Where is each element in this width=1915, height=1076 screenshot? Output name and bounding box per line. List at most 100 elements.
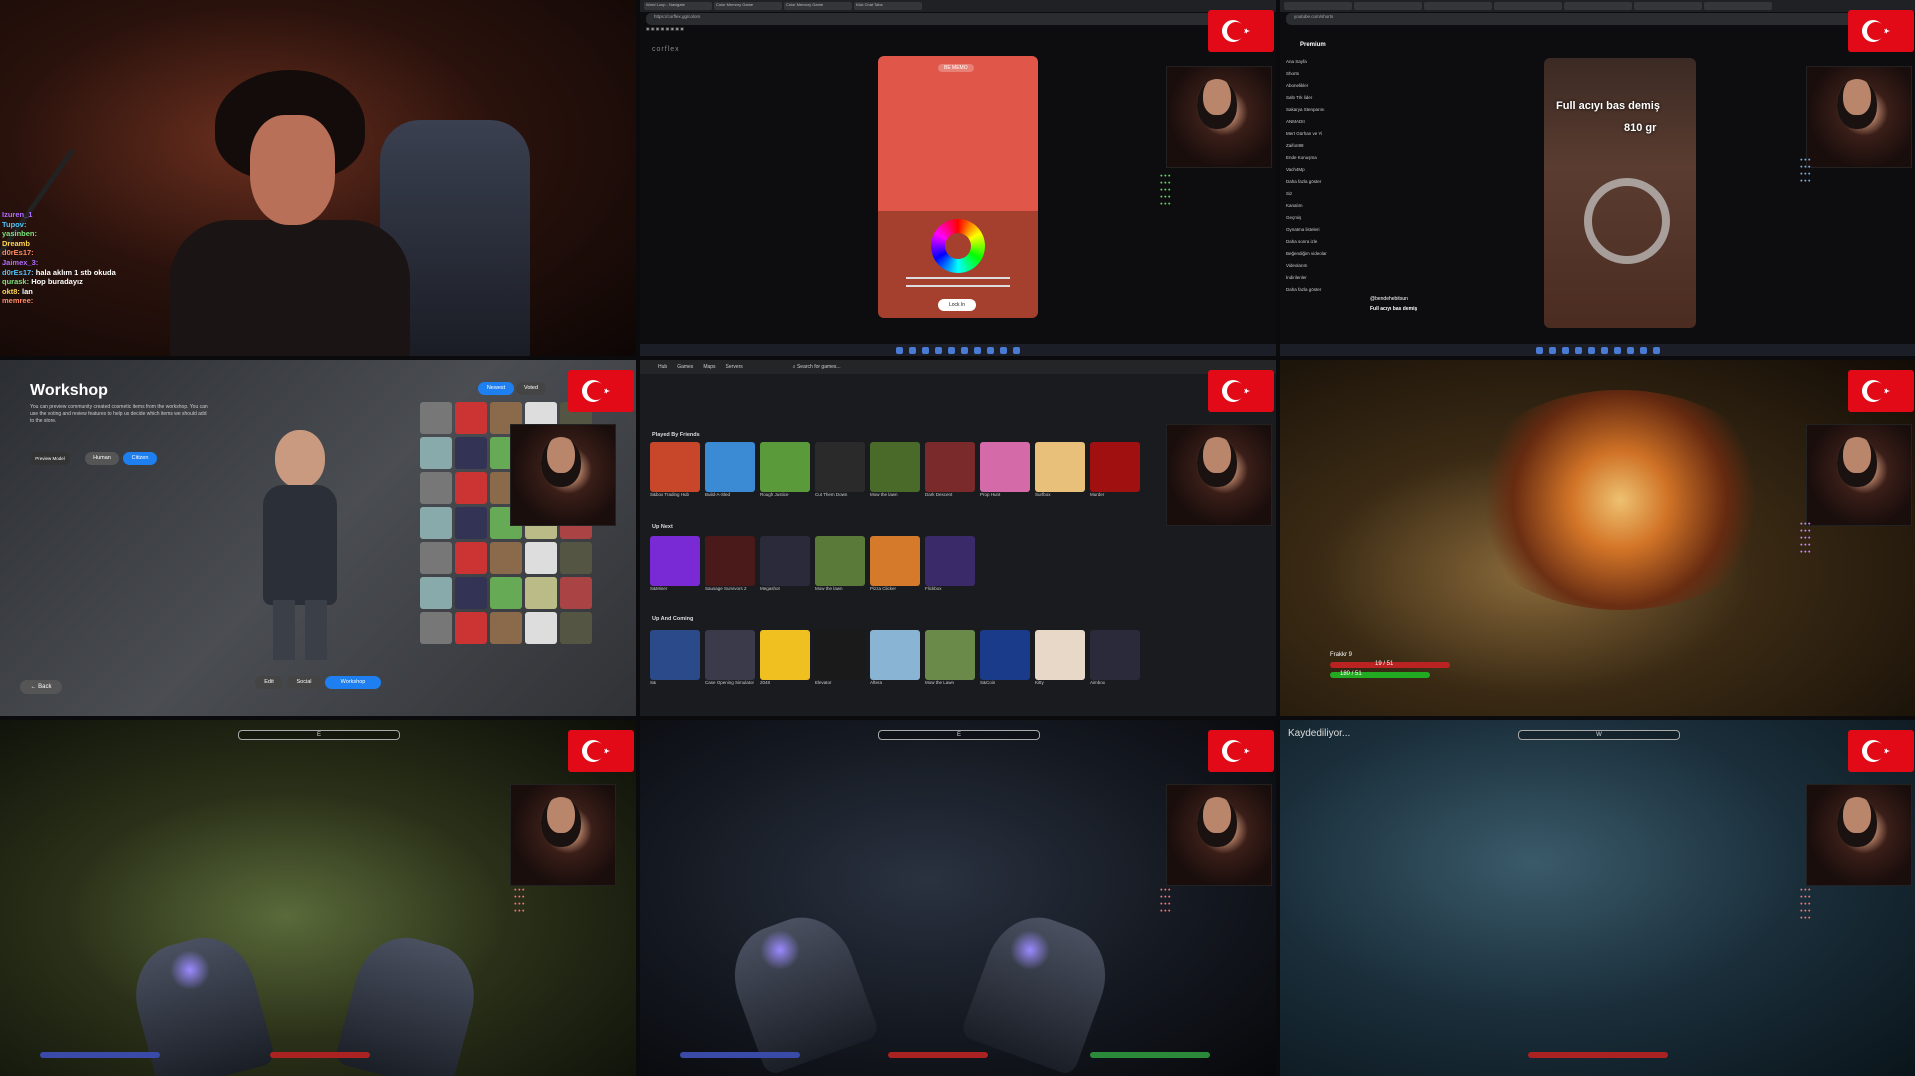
hub-nav-item[interactable]: Hub [658, 364, 667, 370]
chat-username[interactable]: memree: [2, 296, 33, 305]
sidebar-item[interactable]: Shorts [1286, 68, 1356, 80]
sidebar-item[interactable]: ANMADII [1286, 116, 1356, 128]
game-thumbnail[interactable] [815, 536, 865, 586]
hub-nav-item[interactable]: Games [677, 364, 693, 370]
address-bar[interactable]: youtube.com/shorts [1286, 13, 1910, 25]
cosmetic-item[interactable] [560, 542, 592, 574]
chat-username[interactable]: d0rEs17: [2, 248, 34, 257]
chat-username[interactable]: Dreamb [2, 239, 30, 248]
game-title[interactable]: Aftera [870, 680, 920, 685]
edit-button[interactable]: Edit [255, 676, 283, 689]
game-tile[interactable]: Cut Them Down [815, 442, 865, 497]
cosmetic-item[interactable] [490, 612, 522, 644]
game-thumbnail[interactable] [1035, 442, 1085, 492]
game-thumbnail[interactable] [925, 536, 975, 586]
game-tile[interactable]: Mow the lawn [870, 442, 920, 497]
cosmetic-item[interactable] [420, 577, 452, 609]
citizen-toggle[interactable]: Citizen [123, 452, 157, 465]
sidebar-item[interactable]: Daha fazla göster [1286, 176, 1356, 188]
bookmarks-bar[interactable]: ▣ ▣ ▣ ▣ ▣ ▣ ▣ ▣ [640, 26, 1276, 34]
sidebar-item[interactable]: Daha sonra izle [1286, 236, 1356, 248]
sidebar-item[interactable]: Ende Konuşma [1286, 152, 1356, 164]
browser-tabs[interactable]: Word Loop - Navigate Color Memory Game Col… [640, 0, 1276, 12]
game-title[interactable]: Build-A-Sled [705, 492, 755, 497]
game-thumbnail[interactable] [1090, 442, 1140, 492]
chat-username[interactable]: Izuren_1 [2, 210, 32, 219]
chat-username[interactable]: Tupov: [2, 220, 26, 229]
game-thumbnail[interactable] [925, 442, 975, 492]
taskbar[interactable] [1280, 344, 1915, 356]
game-thumbnail[interactable] [760, 630, 810, 680]
sidebar-item[interactable]: Zaifon98 [1286, 140, 1356, 152]
game-title[interactable]: Pizza Clicker [870, 586, 920, 591]
sidebar-item[interactable]: Beğendiğim videolar [1286, 248, 1356, 260]
game-tile[interactable]: Aftera [870, 630, 920, 685]
game-tile[interactable]: Megashot [760, 536, 810, 591]
game-thumbnail[interactable] [980, 630, 1030, 680]
citizen-model[interactable] [255, 430, 345, 660]
channel-name[interactable]: @bendehebitsun [1370, 296, 1408, 302]
youtube-sidebar[interactable]: Ana Sayfa Shorts Abonelikler Saltı Trk lide… [1286, 56, 1356, 296]
cosmetic-item[interactable] [455, 402, 487, 434]
lightness-slider[interactable] [906, 285, 1010, 287]
browser-tab[interactable]: Color Memory Game [784, 2, 852, 10]
sidebar-item[interactable]: Kanalım [1286, 200, 1356, 212]
game-title[interactable]: Elevator [815, 680, 865, 685]
cosmetic-item[interactable] [420, 612, 452, 644]
game-title[interactable]: Case Opening Simulator [705, 680, 755, 685]
cosmetic-item[interactable] [525, 577, 557, 609]
game-thumbnail[interactable] [1035, 630, 1085, 680]
hub-nav-item[interactable]: Maps [703, 364, 715, 370]
cosmetic-item[interactable] [420, 472, 452, 504]
cosmetic-item[interactable] [455, 507, 487, 539]
game-title[interactable]: Megashot [760, 586, 810, 591]
game-tile[interactable]: Murder [1090, 442, 1140, 497]
game-thumbnail[interactable] [925, 630, 975, 680]
game-title[interactable]: Rough Justice [760, 492, 810, 497]
game-title[interactable]: S&Miner [650, 586, 700, 591]
game-thumbnail[interactable] [815, 630, 865, 680]
game-tile[interactable]: Prop Hunt [980, 442, 1030, 497]
cosmetic-item[interactable] [560, 612, 592, 644]
game-thumbnail[interactable] [870, 536, 920, 586]
game-title[interactable]: Dark Descent [925, 492, 975, 497]
browser-tab[interactable]: Word Loop - Navigate [644, 2, 712, 10]
game-thumbnail[interactable] [650, 442, 700, 492]
cosmetic-item[interactable] [525, 542, 557, 574]
game-tile[interactable]: Build-A-Sled [705, 442, 755, 497]
chat-username[interactable]: okt8: [2, 287, 22, 296]
voted-tab[interactable]: Voted [516, 382, 546, 395]
up-and-coming-row[interactable]: S& Case Opening Simulator 2048 Elevator Afte… [650, 630, 1140, 685]
sidebar-item[interactable]: Siz [1286, 188, 1356, 200]
sidebar-item[interactable]: Geçmiş [1286, 212, 1356, 224]
game-thumbnail[interactable] [870, 630, 920, 680]
game-tile[interactable]: Mow the lawn [815, 536, 865, 591]
workshop-button[interactable]: Workshop [325, 676, 381, 689]
sidebar-item[interactable]: Vach4Mp [1286, 164, 1356, 176]
human-toggle[interactable]: Human [85, 452, 119, 465]
game-tile[interactable]: S&Miner [650, 536, 700, 591]
game-tile[interactable]: Flickbox [925, 536, 975, 591]
game-title[interactable]: Mow the Lawn [925, 680, 975, 685]
cosmetic-item[interactable] [560, 577, 592, 609]
cosmetic-item[interactable] [490, 577, 522, 609]
sidebar-item[interactable]: Daha fazla göster [1286, 284, 1356, 296]
short-video[interactable]: Full acıyı bas demiş 810 gr [1544, 58, 1696, 328]
back-button[interactable]: ← Back [20, 680, 62, 694]
game-tile[interactable]: S& [650, 630, 700, 685]
game-tile[interactable]: Sausage Survivors 2 [705, 536, 755, 591]
game-tile[interactable]: Elevator [815, 630, 865, 685]
game-tile[interactable]: S&Coin [980, 630, 1030, 685]
game-tile[interactable]: Case Opening Simulator [705, 630, 755, 685]
game-thumbnail[interactable] [1090, 630, 1140, 680]
game-thumbnail[interactable] [650, 630, 700, 680]
cosmetic-item[interactable] [455, 612, 487, 644]
sidebar-item[interactable]: Sakarya Stenparını [1286, 104, 1356, 116]
game-title[interactable]: Mow the lawn [815, 586, 865, 591]
chat-username[interactable]: qurask: [2, 277, 31, 286]
browser-tab[interactable]: Kick Chat Tabs [854, 2, 922, 10]
game-thumbnail[interactable] [760, 442, 810, 492]
up-next-row[interactable]: S&Miner Sausage Survivors 2 Megashot Mow th… [650, 536, 975, 591]
game-title[interactable]: Prop Hunt [980, 492, 1030, 497]
game-tile[interactable]: Pizza Clicker [870, 536, 920, 591]
